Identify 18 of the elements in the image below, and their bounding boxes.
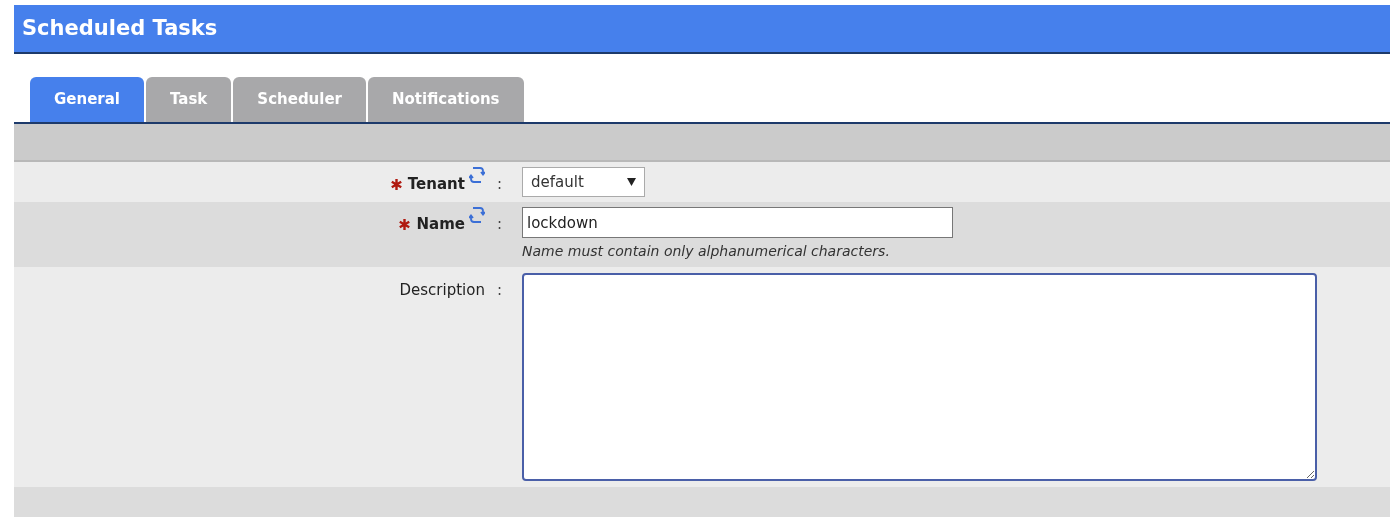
field-label: Description: [399, 280, 485, 301]
name-input-field[interactable]: lockdown: [522, 207, 953, 238]
dropdown-caret-icon: [627, 178, 636, 186]
description-textarea[interactable]: [522, 273, 1317, 481]
tab[interactable]: General: [30, 77, 144, 122]
colon-separator: :: [496, 174, 502, 195]
colon-separator: :: [496, 214, 502, 235]
refresh-icon[interactable]: [468, 205, 485, 225]
tab[interactable]: Task: [146, 77, 232, 122]
field-label: Tenant: [407, 174, 465, 195]
field-hint: Name must contain only alphanumerical characters.: [522, 242, 891, 261]
tenant-dropdown[interactable]: default: [522, 167, 645, 197]
tab[interactable]: Scheduler: [233, 77, 366, 122]
field-label: Name: [416, 214, 465, 235]
refresh-icon[interactable]: [468, 165, 485, 185]
page-title: Scheduled Tasks: [22, 14, 218, 42]
tab[interactable]: Notifications: [368, 77, 524, 122]
colon-separator: :: [496, 280, 502, 301]
